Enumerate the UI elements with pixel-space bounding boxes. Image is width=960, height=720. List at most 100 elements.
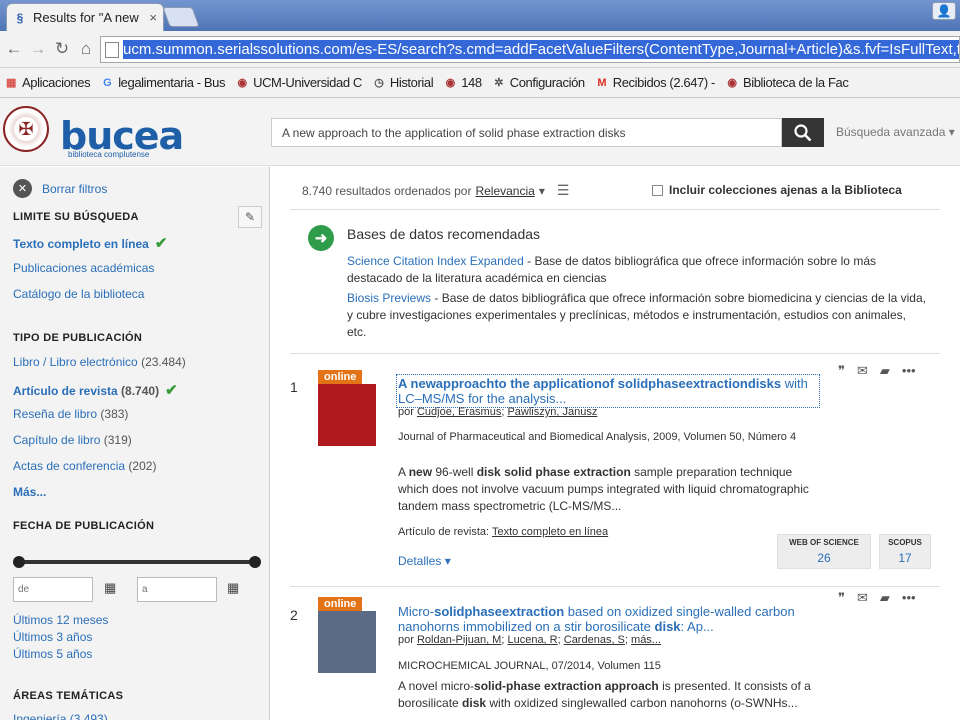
more-options-icon[interactable]: ••• <box>902 363 916 379</box>
date-range-slider[interactable] <box>13 556 261 568</box>
abstract-text: 96-well <box>432 465 477 479</box>
author-link[interactable]: Pawliszyn, Janusz <box>507 406 597 418</box>
full-text-link[interactable]: Texto completo en línea <box>492 526 608 538</box>
bookmark-item[interactable]: ✲ Configuración <box>492 75 585 90</box>
date-last-5-years[interactable]: Últimos 5 años <box>13 647 92 661</box>
ucm-seal-icon[interactable]: ✠ <box>3 106 49 152</box>
clear-filters-button[interactable]: ✕ Borrar filtros <box>13 179 107 198</box>
online-badge: online <box>318 597 363 611</box>
advanced-search-link[interactable]: Búsqueda avanzada ▾ <box>836 125 955 139</box>
filter-catalog[interactable]: Catálogo de la biblioteca <box>13 287 144 301</box>
date-last-3-years[interactable]: Últimos 3 años <box>13 630 92 644</box>
author-link[interactable]: Cardenas, S <box>564 634 625 646</box>
email-icon[interactable]: ✉ <box>857 590 868 606</box>
calendar-icon[interactable]: ▦ <box>227 580 239 596</box>
site-header: ✠ bucea biblioteca complutense A new app… <box>0 98 960 166</box>
apps-icon: ▦ <box>6 77 16 89</box>
close-tab-icon[interactable]: × <box>149 10 157 25</box>
back-icon[interactable]: ← <box>4 39 24 59</box>
date-last-12-months[interactable]: Últimos 12 meses <box>13 613 108 627</box>
checkbox[interactable] <box>652 184 663 196</box>
bucea-logo[interactable]: bucea biblioteca complutense <box>58 104 184 160</box>
date-from-input[interactable] <box>13 577 93 602</box>
area-engineering[interactable]: Ingeniería (3.493) <box>13 712 108 720</box>
slider-track <box>19 560 255 564</box>
abstract-highlight: solid-phase extraction approach <box>474 679 659 693</box>
journal-cover <box>318 384 376 446</box>
scopus-citations[interactable]: SCOPUS 17 <box>879 534 931 569</box>
address-bar[interactable]: ucm.summon.serialssolutions.com/es-ES/se… <box>100 36 960 63</box>
history-icon: ◷ <box>374 77 384 89</box>
type-article[interactable]: Artículo de revista (8.740) ✔ <box>13 381 178 399</box>
bookmark-item[interactable]: ◉ Biblioteca de la Fac <box>725 75 848 90</box>
browser-tab[interactable]: § Results for "A new app × <box>6 3 164 31</box>
bookmark-item[interactable]: ▦ Aplicaciones <box>4 75 91 90</box>
result-title-link[interactable]: Micro-solidphaseextraction based on oxid… <box>398 604 818 634</box>
filter-academic[interactable]: Publicaciones académicas <box>13 261 154 275</box>
db-link-biosis[interactable]: Biosis Previews <box>347 291 431 305</box>
sort-dropdown[interactable]: Relevancia <box>475 184 534 198</box>
result-number: 2 <box>290 607 298 623</box>
online-badge: online <box>318 370 363 384</box>
wos-count: 26 <box>817 551 831 565</box>
type-heading: TIPO DE PUBLICACIÓN <box>13 332 143 344</box>
more-authors-link[interactable]: más... <box>631 634 661 646</box>
result-number: 1 <box>290 379 298 395</box>
tab-strip: § Results for "A new app × 👤 <box>0 0 960 31</box>
quote-icon[interactable]: ❞ <box>838 590 845 606</box>
result-thumbnail[interactable]: online <box>318 370 378 446</box>
chevron-down-icon[interactable]: ▾ <box>539 184 545 198</box>
author-link[interactable]: Roldan-Pijuan, M <box>417 634 501 646</box>
reload-icon[interactable]: ↻ <box>52 39 72 59</box>
search-input[interactable]: A new approach to the application of sol… <box>271 118 782 147</box>
search-button[interactable] <box>782 118 824 147</box>
by-label: por <box>398 406 414 418</box>
checkmark-icon: ✔ <box>165 382 178 399</box>
filter-full-text[interactable]: Texto completo en línea ✔ <box>13 234 167 252</box>
quote-icon[interactable]: ❞ <box>838 363 845 379</box>
wos-citations[interactable]: WEB OF SCIENCE 26 <box>777 534 871 569</box>
result-title-link[interactable]: A newapproachto the applicationof solidp… <box>396 374 820 408</box>
slider-handle-start[interactable] <box>13 556 25 568</box>
more-types-link[interactable]: Más... <box>13 485 46 499</box>
bookmark-item[interactable]: ◷ Historial <box>372 75 433 90</box>
type-conference[interactable]: Actas de conferencia (202) <box>13 459 156 473</box>
more-options-icon[interactable]: ••• <box>902 590 916 606</box>
email-icon[interactable]: ✉ <box>857 363 868 379</box>
author-link[interactable]: Cudjoe, Erasmus <box>417 406 501 418</box>
areas-heading: ÁREAS TEMÁTICAS <box>13 690 124 702</box>
ucm-seal-icon: ◉ <box>445 77 456 89</box>
result-authors: por Cudjoe, Erasmus; Pawliszyn, Janusz <box>398 406 598 418</box>
bookmark-item[interactable]: Glegalimentaria - Bus <box>100 75 225 90</box>
bookmark-item[interactable]: ◉ 148 <box>443 75 482 90</box>
edit-pencil-icon[interactable]: ✎ <box>238 206 262 228</box>
result-thumbnail[interactable]: online <box>318 597 378 673</box>
abstract-text: with oxidized singlewalled carbon nanoho… <box>486 696 798 710</box>
summon-favicon-icon: § <box>16 10 24 25</box>
arrow-right-icon: ➜ <box>308 225 334 251</box>
db-link-sci[interactable]: Science Citation Index Expanded <box>347 254 524 268</box>
add-folder-icon[interactable]: ▰ <box>880 363 890 379</box>
divider <box>290 586 940 587</box>
slider-handle-end[interactable] <box>249 556 261 568</box>
bookmark-item[interactable]: ◉ UCM-Universidad C <box>235 75 362 90</box>
calendar-icon[interactable]: ▦ <box>104 580 116 596</box>
include-external-checkbox[interactable]: Incluir colecciones ajenas a la Bibliote… <box>652 183 902 197</box>
forward-icon[interactable]: → <box>28 39 48 59</box>
scopus-label: SCOPUS <box>888 538 922 547</box>
bookmark-item[interactable]: M Recibidos (2.647) - <box>595 75 715 90</box>
bookmark-label: UCM-Universidad C <box>253 75 362 90</box>
home-icon[interactable]: ⌂ <box>76 39 96 59</box>
details-toggle[interactable]: Detalles ▾ <box>398 554 451 568</box>
user-profile-icon[interactable]: 👤 <box>932 2 956 20</box>
add-folder-icon[interactable]: ▰ <box>880 590 890 606</box>
type-book[interactable]: Libro / Libro electrónico (23.484) <box>13 355 186 369</box>
result-abstract: A new 96-well disk solid phase extractio… <box>398 464 818 515</box>
recommended-databases: ➜ Bases de datos recomendadas Science Ci… <box>290 210 940 352</box>
new-tab-button[interactable] <box>162 7 200 27</box>
rss-icon[interactable]: ☰ <box>557 182 570 199</box>
type-book-chapter[interactable]: Capítulo de libro (319) <box>13 433 132 447</box>
author-link[interactable]: Lucena, R <box>507 634 557 646</box>
date-to-input[interactable] <box>137 577 217 602</box>
type-book-review[interactable]: Reseña de libro (383) <box>13 407 128 421</box>
